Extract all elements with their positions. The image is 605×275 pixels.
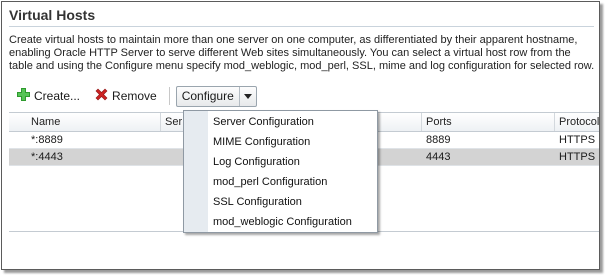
menu-item-ssl-configuration[interactable]: SSL Configuration [213,192,302,212]
column-header-name[interactable]: Name [27,113,60,131]
configure-menu-button[interactable]: Configure [175,85,257,107]
column-header-server[interactable]: Ser [161,113,182,131]
menu-item-server-configuration[interactable]: Server Configuration [213,112,314,132]
cell-name: *:4443 [31,151,63,163]
menu-item-log-configuration[interactable]: Log Configuration [213,152,300,172]
remove-button[interactable]: Remove [90,86,161,106]
cell-name: *:8889 [31,134,63,146]
virtual-hosts-panel: Virtual Hosts Create virtual hosts to ma… [1,1,600,270]
create-button[interactable]: Create... [12,86,84,106]
chevron-down-icon[interactable] [238,86,256,106]
remove-button-label: Remove [112,89,157,103]
cell-ports: 8889 [426,134,451,146]
menu-item-mod-weblogic-configuration[interactable]: mod_weblogic Configuration [213,212,352,232]
page-title: Virtual Hosts [9,7,96,23]
cell-protocol: HTTPS [559,134,596,146]
column-header-protocol[interactable]: Protocol [555,113,599,131]
page-description: Create virtual hosts to maintain more th… [9,34,595,72]
column-header-ports[interactable]: Ports [422,113,452,131]
toolbar: Create... Remove Configure [12,85,257,107]
x-icon [94,87,109,105]
title-divider [9,26,594,27]
configure-dropdown-menu: Server Configuration MIME Configuration … [183,110,378,233]
cell-protocol: HTTPS [559,151,596,163]
configure-button-label: Configure [181,89,234,103]
cell-ports: 4443 [426,151,451,163]
plus-icon [16,87,31,105]
menu-item-mod-perl-configuration[interactable]: mod_perl Configuration [213,172,327,192]
create-button-label: Create... [34,89,81,103]
menu-item-mime-configuration[interactable]: MIME Configuration [213,132,310,152]
menu-icon-gutter [184,111,208,232]
toolbar-separator [168,87,170,105]
